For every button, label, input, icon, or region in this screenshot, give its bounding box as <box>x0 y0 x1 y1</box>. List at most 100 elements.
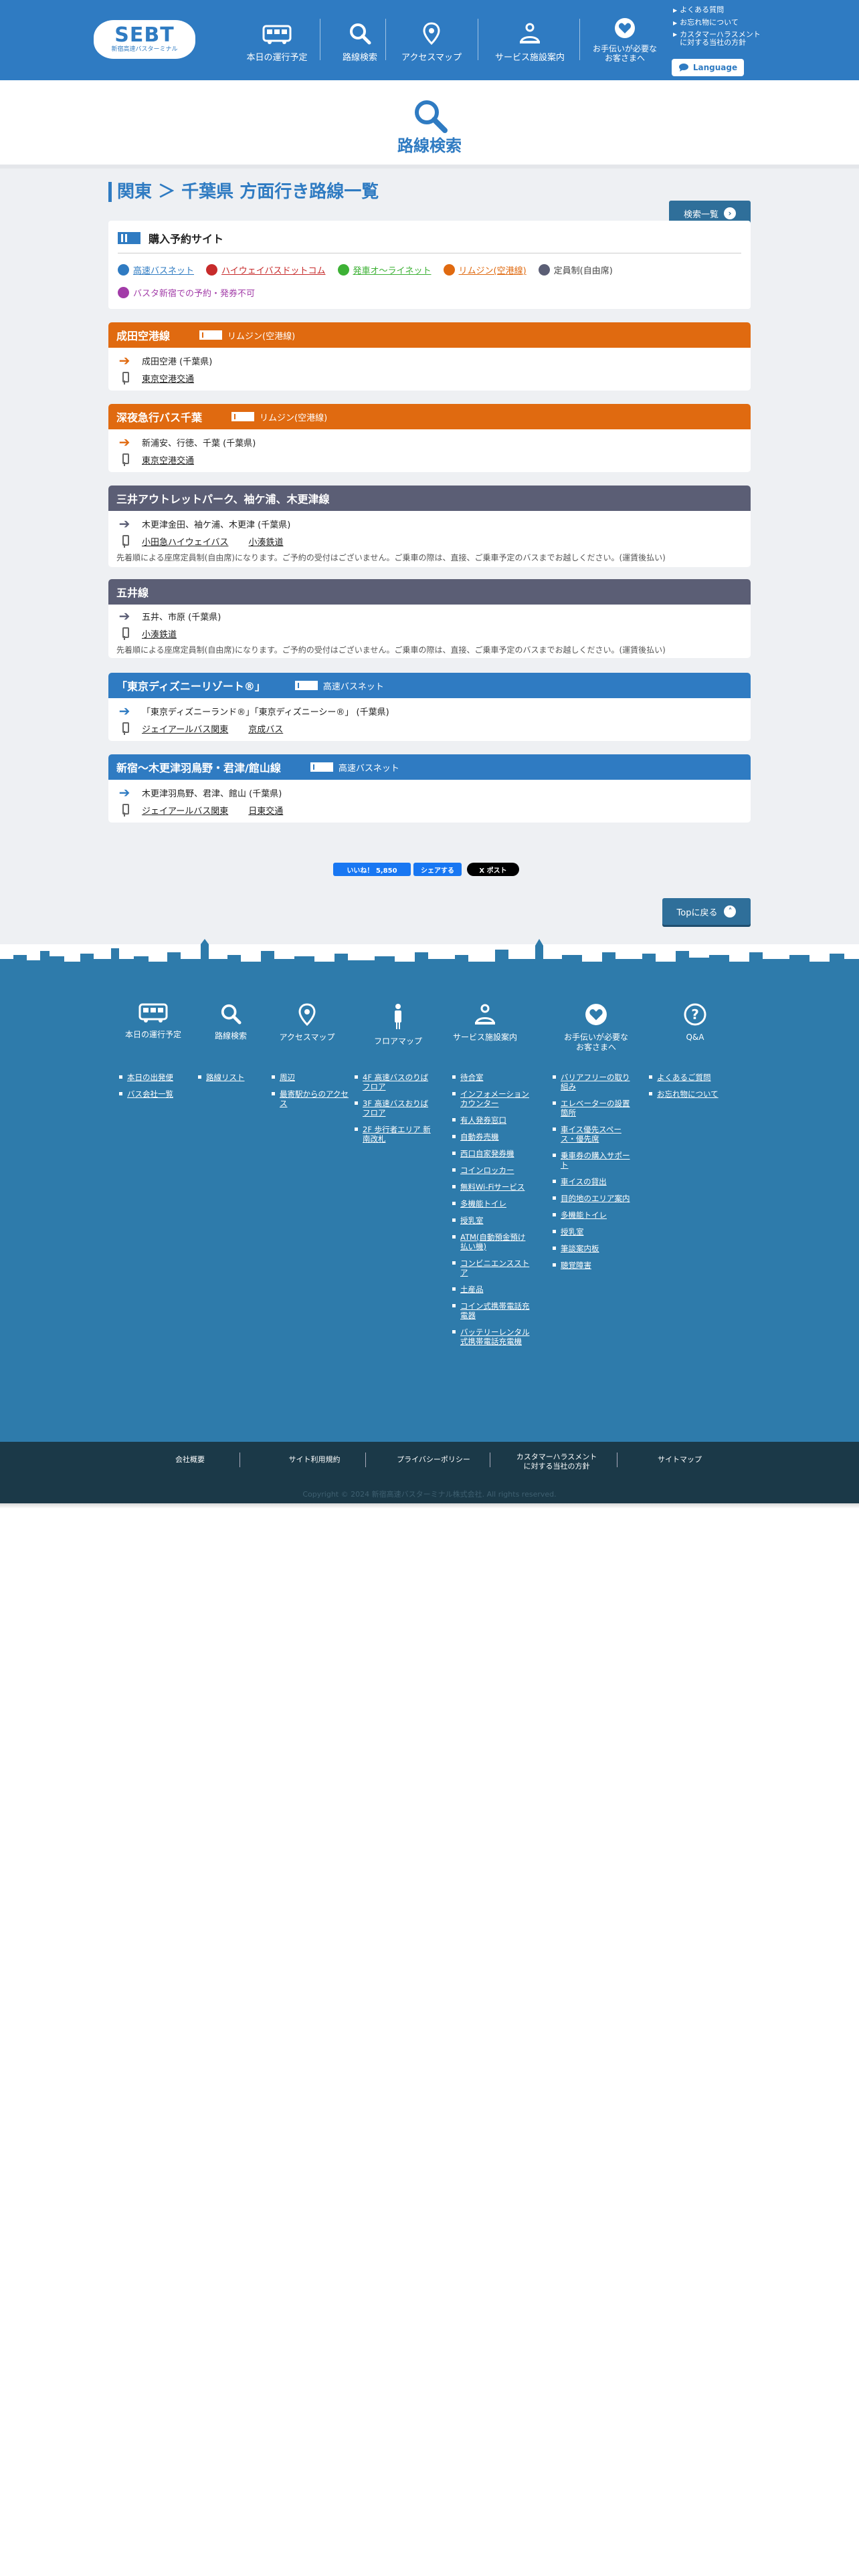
footer-link[interactable]: 周辺 <box>272 1073 351 1082</box>
operator-link[interactable]: 東京空港交通 <box>142 453 194 466</box>
footer-link[interactable]: 無料Wi-Fiサービス <box>452 1182 531 1192</box>
footer-link[interactable]: 筆談案内板 <box>553 1244 632 1253</box>
operator-link[interactable]: 小湊鉄道 <box>248 535 283 548</box>
footer-link[interactable]: 有人発券窓口 <box>452 1115 531 1125</box>
legend-highway-bus-com[interactable]: ハイウェイバスドットコム <box>206 263 326 276</box>
terms-link[interactable]: サイト利用規約 <box>261 1455 368 1465</box>
facebook-share-button[interactable]: シェアする <box>413 863 462 876</box>
operator-link[interactable]: 東京空港交通 <box>142 372 194 385</box>
nav-item-assistance[interactable]: お手伝いが必要な お客さまへ <box>583 15 666 63</box>
legend-dot-icon <box>206 264 218 276</box>
footer-link[interactable]: バス会社一覧 <box>119 1089 198 1099</box>
map-pin-icon <box>423 22 440 45</box>
footer-link[interactable]: コンビニエンスストア <box>452 1259 531 1277</box>
operator-link[interactable]: 小田急ハイウェイバス <box>142 535 228 548</box>
footer-link[interactable]: 西口自家発券機 <box>452 1149 531 1158</box>
footer-link[interactable]: 最寄駅からのアクセス <box>272 1089 351 1108</box>
footer-link[interactable]: 4F 高速バスのりばフロア <box>355 1073 434 1091</box>
company-link[interactable]: 会社概要 <box>150 1455 230 1465</box>
route-header[interactable]: 成田空港線 リムジン(空港線) <box>108 322 751 348</box>
page-title-bar: 路線検索 <box>0 80 859 169</box>
harassment-policy-link[interactable]: ▶ カスタマーハラスメント に対する当社の方針 <box>673 31 761 47</box>
footer-link[interactable]: 聴覚障害 <box>553 1261 632 1270</box>
operator-link[interactable]: 京成バス <box>248 722 283 735</box>
footer-link[interactable]: よくあるご質問 <box>649 1073 728 1082</box>
footer-link[interactable]: 待合室 <box>452 1073 531 1082</box>
footer-link[interactable]: ATM(自動預金預け払い機) <box>452 1232 531 1251</box>
footer-nav-qa[interactable]: ? Q&A <box>652 1003 739 1043</box>
footer-link[interactable]: 車イスの貸出 <box>553 1177 632 1186</box>
footer-link[interactable]: 自動券売機 <box>452 1132 531 1142</box>
route-header[interactable]: 新宿～木更津羽鳥野・君津/館山線 高速バスネット <box>108 754 751 780</box>
footer-link[interactable]: 2F 歩行者エリア 新南改札 <box>355 1125 434 1144</box>
nav-item-route-search[interactable]: 路線検索 <box>326 15 393 63</box>
footer-link[interactable]: コインロッカー <box>452 1166 531 1175</box>
footer-link[interactable]: バリアフリーの取り組み <box>553 1073 632 1091</box>
facebook-like-button[interactable]: いいね！ 5,850 <box>333 863 411 876</box>
back-to-top-button[interactable]: Topに戻る ˄ <box>662 898 751 925</box>
legend-dot-icon <box>118 264 129 276</box>
privacy-link[interactable]: プライバシーポリシー <box>380 1455 487 1465</box>
nav-label: アクセスマップ <box>401 53 462 63</box>
sitemap-link[interactable]: サイトマップ <box>640 1455 720 1465</box>
footer-link[interactable]: 土産品 <box>452 1285 531 1294</box>
footer-link[interactable]: 多機能トイレ <box>452 1199 531 1208</box>
route-operators: 小田急ハイウェイバス 小湊鉄道 <box>108 532 751 550</box>
footer-nav-label: 本日の運行予定 <box>124 1030 181 1039</box>
route-header[interactable]: 五井線 <box>108 579 751 605</box>
footer-nav-label: お手伝いが必要な お客さまへ <box>563 1033 628 1052</box>
route-card: 成田空港線 リムジン(空港線) ➔ 成田空港 (千葉県) 東京空港交通 <box>108 322 751 391</box>
footer-link[interactable]: コイン式携帯電話充電器 <box>452 1301 531 1320</box>
legend-limousine[interactable]: リムジン(空港線) <box>443 263 527 276</box>
route-tag-label: 高速バスネット <box>338 763 399 774</box>
footer-nav-route-search[interactable]: 路線検索 <box>187 1003 274 1041</box>
site-logo[interactable]: SEBT 新宿高速バスターミナル <box>94 20 195 59</box>
footer-link[interactable]: 乗車券の購入サポート <box>553 1151 632 1170</box>
lost-items-link[interactable]: ▶ お忘れ物について <box>673 18 761 28</box>
route-header[interactable]: 深夜急行バス千葉 リムジン(空港線) <box>108 404 751 429</box>
bus-stop-icon <box>116 534 132 548</box>
footer-nav-label: サービス施設案内 <box>452 1033 517 1042</box>
legend-hassha-oline-net[interactable]: 発車オ～ライネット <box>337 263 432 276</box>
footer-list-access: 周辺 最寄駅からのアクセス <box>272 1073 351 1115</box>
breadcrumb-title: 千葉県 方面行き路線一覧 <box>181 182 379 202</box>
footer-nav-service[interactable]: サービス施設案内 <box>442 1003 529 1043</box>
legend-kousoku-bus-net[interactable]: 高速バスネット <box>118 263 194 276</box>
operator-link[interactable]: ジェイアールバス関東 <box>142 722 228 735</box>
harassment-policy-link[interactable]: カスタマーハラスメント に対する当社の方針 <box>503 1453 610 1471</box>
operator-link[interactable]: 小湊鉄道 <box>142 627 177 640</box>
footer-link[interactable]: 車イス優先スペース・優先席 <box>553 1125 632 1144</box>
route-destination: ➔ 「東京ディズニーランド®」「東京ディズニーシー®」 (千葉県) <box>108 702 751 720</box>
operator-link[interactable]: 日東交通 <box>248 804 283 817</box>
footer-nav-assistance[interactable]: お手伝いが必要な お客さまへ <box>553 1003 640 1053</box>
footer-link[interactable]: 本日の出発便 <box>119 1073 198 1082</box>
route-header[interactable]: 「東京ディズニーリゾート®」 高速バスネット <box>108 673 751 698</box>
breadcrumb-region[interactable]: 関東 <box>117 182 152 202</box>
footer-link[interactable]: エレベーターの設置箇所 <box>553 1099 632 1117</box>
footer-link[interactable]: お忘れ物について <box>649 1089 728 1099</box>
nav-item-access-map[interactable]: アクセスマップ <box>392 15 471 63</box>
route-header[interactable]: 三井アウトレットパーク、袖ケ浦、木更津線 <box>108 486 751 511</box>
language-button[interactable]: Language <box>672 59 744 76</box>
footer-link[interactable]: 授乳室 <box>553 1227 632 1237</box>
site-header: SEBT 新宿高速バスターミナル 本日の運行予定 路線検索 アクセスマップ サー… <box>0 0 859 80</box>
arrow-right-icon: ➔ <box>118 784 130 800</box>
footer-link[interactable]: 路線リスト <box>198 1073 277 1082</box>
operator-link[interactable]: ジェイアールバス関東 <box>142 804 228 817</box>
footer-nav-schedule[interactable]: 本日の運行予定 <box>110 1003 197 1040</box>
footer-link[interactable]: インフォメーションカウンター <box>452 1089 531 1108</box>
x-post-button[interactable]: X ポスト <box>467 863 519 876</box>
nav-item-schedule[interactable]: 本日の運行予定 <box>237 15 317 63</box>
footer-link[interactable]: 3F 高速バスおりばフロア <box>355 1099 434 1117</box>
footer-link[interactable]: 授乳室 <box>452 1216 531 1225</box>
breadcrumb-separator: ＞ <box>158 182 176 202</box>
footer-link[interactable]: 目的地のエリア案内 <box>553 1194 632 1203</box>
footer-link[interactable]: 多機能トイレ <box>553 1210 632 1220</box>
footer-nav-access-map[interactable]: アクセスマップ <box>264 1003 351 1043</box>
faq-link[interactable]: ▶ よくある質問 <box>673 5 761 15</box>
logo-text: SEBT <box>114 23 175 47</box>
footer-nav-floor-map[interactable]: フロアマップ <box>355 1003 442 1047</box>
nav-item-service[interactable]: サービス施設案内 <box>484 15 575 63</box>
bus-side-icon <box>294 681 318 690</box>
footer-link[interactable]: バッテリーレンタル式携帯電話充電機 <box>452 1327 531 1346</box>
